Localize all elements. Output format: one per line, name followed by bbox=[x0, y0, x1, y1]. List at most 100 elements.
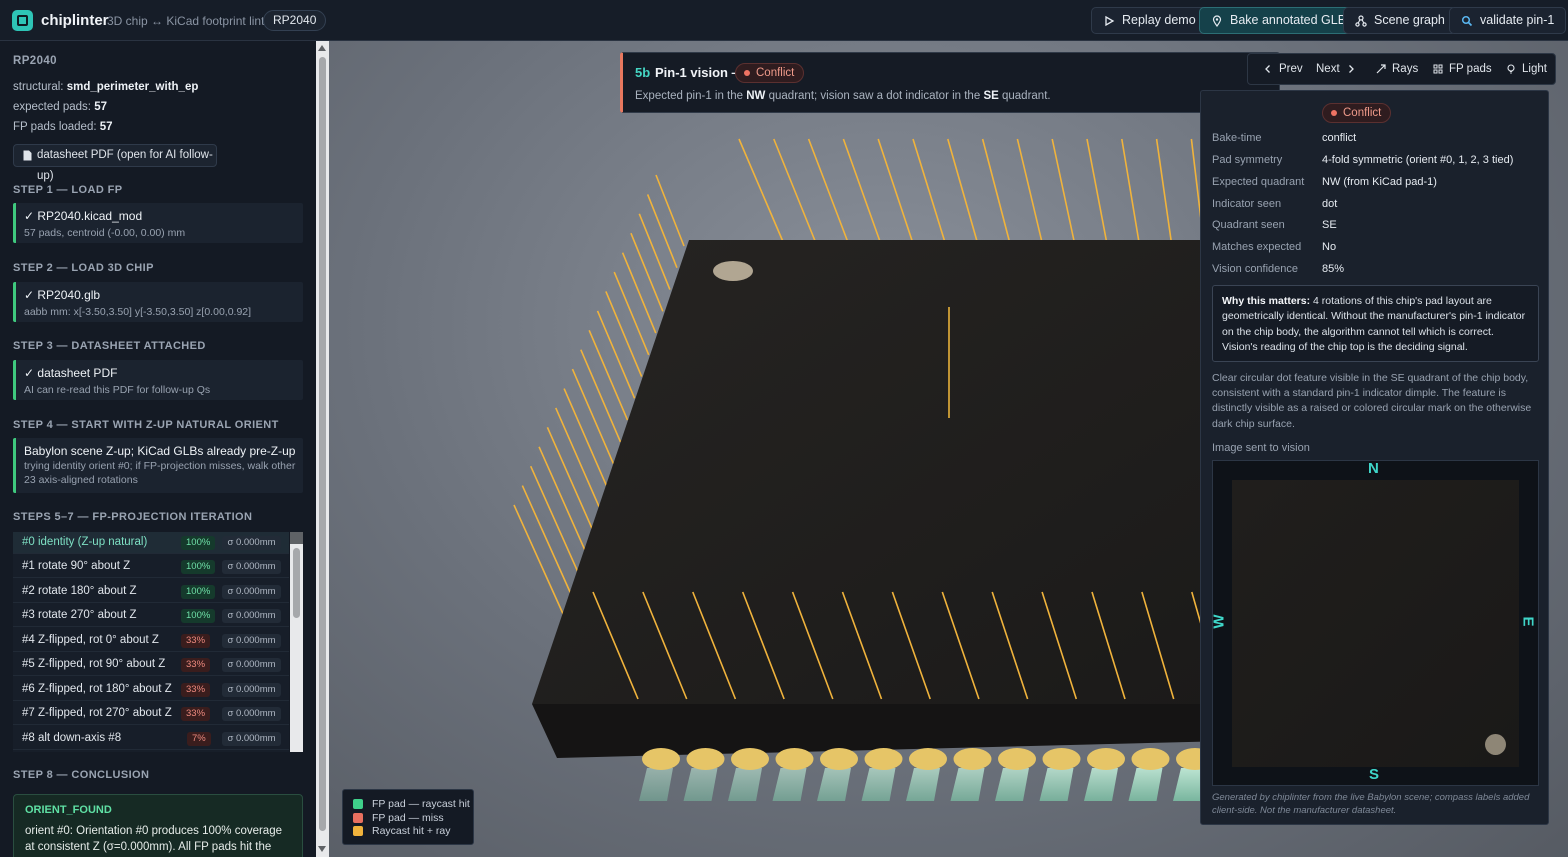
orientation-label: #4 Z-flipped, rot 0° about Z bbox=[22, 634, 159, 646]
fp-pad bbox=[1039, 768, 1074, 801]
ray-hit-cap bbox=[731, 748, 769, 770]
banner-desc-part: quadrant. bbox=[1001, 90, 1051, 102]
scroll-down-arrow-icon[interactable] bbox=[318, 846, 326, 852]
legend-item: Raycast hit + ray bbox=[353, 825, 451, 837]
sigma-badge: σ 0.000mm bbox=[222, 683, 281, 697]
orientation-row[interactable]: #0 identity (Z-up natural) 100% σ 0.000mm bbox=[13, 532, 289, 554]
prev-button[interactable]: Prev bbox=[1263, 63, 1303, 75]
orientation-row[interactable]: #7 Z-flipped, rot 270° about Z 33% σ 0.000… bbox=[13, 703, 289, 725]
bake-annotated-glb-label: Bake annotated GLB bbox=[1230, 13, 1347, 27]
scrollbar-thumb[interactable] bbox=[293, 548, 300, 618]
step2-title: STEP 2 — LOAD 3D CHIP bbox=[13, 262, 154, 274]
step3-card-title: ✓ datasheet PDF bbox=[24, 366, 118, 380]
step4-title: STEP 4 — START WITH Z-UP NATURAL ORIENT bbox=[13, 419, 279, 431]
seen-quadrant: SE bbox=[983, 90, 999, 102]
structural-line: structural: smd_perimeter_with_ep bbox=[13, 81, 198, 93]
fp-pad bbox=[728, 768, 762, 801]
expected-pads-label: expected pads: bbox=[13, 101, 92, 113]
expected-pads-line: expected pads: 57 bbox=[13, 101, 107, 113]
orientation-label: #3 rotate 270° about Z bbox=[22, 609, 137, 621]
detail-value: NW (from KiCad pad-1) bbox=[1322, 176, 1437, 188]
chip-top-face bbox=[532, 240, 1229, 704]
sigma-badge: σ 0.000mm bbox=[222, 658, 281, 672]
orientation-list-scrollbar[interactable] bbox=[290, 532, 303, 752]
ray-hit-cap bbox=[953, 748, 992, 770]
app-tagline: 3D chip ↔ KiCad footprint linter bbox=[107, 14, 276, 28]
ray-hit-cap bbox=[1042, 748, 1081, 770]
why-this-matters-box: Why this matters: 4 rotations of this ch… bbox=[1212, 285, 1539, 362]
detail-key: Indicator seen bbox=[1212, 198, 1282, 210]
ray-line bbox=[1086, 138, 1108, 245]
orientation-label: #2 rotate 180° about Z bbox=[22, 585, 137, 597]
orientation-row[interactable]: #3 rotate 270° about Z 100% σ 0.000mm bbox=[13, 605, 289, 627]
sigma-badge: σ 0.000mm bbox=[222, 732, 281, 746]
ray-hit-cap bbox=[998, 748, 1036, 770]
ray-line bbox=[877, 138, 914, 245]
vision-pin1-dot bbox=[1485, 734, 1506, 755]
orientation-row[interactable]: #5 Z-flipped, rot 90° about Z 33% σ 0.000m… bbox=[13, 654, 289, 676]
ray-line bbox=[605, 291, 643, 377]
step2-card: ✓ RP2040.glb aabb mm: x[-3.50,3.50] y[-3… bbox=[13, 282, 303, 322]
scroll-up-arrow-icon[interactable] bbox=[318, 45, 326, 51]
conflict-badge-label: Conflict bbox=[756, 67, 795, 79]
sigma-badge: σ 0.000mm bbox=[222, 585, 281, 599]
chip-badge: RP2040 bbox=[263, 10, 327, 31]
validate-pin1-button[interactable]: validate pin-1 bbox=[1449, 7, 1567, 34]
fp-pad bbox=[683, 768, 718, 801]
raycast-rays-back bbox=[738, 138, 1205, 245]
ray-line bbox=[555, 407, 601, 508]
ray-hit-cap bbox=[1131, 748, 1170, 770]
conflict-dot-icon bbox=[744, 70, 750, 76]
step4-card-title: Babylon scene Z-up; KiCad GLBs already p… bbox=[24, 444, 296, 458]
orientation-row[interactable]: #4 Z-flipped, rot 0° about Z 33% σ 0.000mm bbox=[13, 630, 289, 652]
legend-label: FP pad — miss bbox=[372, 812, 444, 824]
expected-quadrant: NW bbox=[746, 90, 766, 102]
top-header: chiplinter 3D chip ↔ KiCad footprint lin… bbox=[0, 0, 1568, 41]
orientation-list: #0 identity (Z-up natural) 100% σ 0.000mm … bbox=[13, 532, 289, 752]
vision-image-label: Image sent to vision bbox=[1212, 442, 1310, 454]
orientation-row[interactable]: #1 rotate 90° about Z 100% σ 0.000mm bbox=[13, 556, 289, 578]
ray-line bbox=[912, 138, 947, 245]
banner-title: Pin-1 vision — bbox=[655, 65, 745, 80]
compass-east: E bbox=[1519, 616, 1537, 627]
prev-label: Prev bbox=[1279, 63, 1303, 75]
replay-demo-button[interactable]: Replay demo bbox=[1091, 7, 1208, 34]
bake-annotated-glb-button[interactable]: Bake annotated GLB bbox=[1199, 7, 1359, 34]
vision-description: Clear circular dot feature visible in th… bbox=[1212, 372, 1532, 430]
chip-top-render bbox=[1232, 480, 1519, 767]
fp-pads-toggle[interactable]: FP pads bbox=[1433, 63, 1492, 75]
rays-toggle[interactable]: Rays bbox=[1376, 63, 1418, 75]
orientation-label: #1 rotate 90° about Z bbox=[22, 560, 131, 572]
detail-key: Pad symmetry bbox=[1212, 154, 1283, 166]
light-toggle[interactable]: Light bbox=[1506, 63, 1547, 75]
play-icon bbox=[1105, 15, 1115, 26]
orientation-label: #0 identity (Z-up natural) bbox=[22, 536, 148, 548]
conclusion-card: ORIENT_FOUND orient #0: Orientation #0 p… bbox=[13, 794, 303, 857]
conclusion-head: ORIENT_FOUND bbox=[25, 804, 112, 816]
datasheet-pdf-button[interactable]: datasheet PDF (open for AI follow-up) bbox=[13, 144, 217, 182]
step2-card-title: ✓ RP2040.glb bbox=[24, 288, 101, 302]
scroll-down-arrow-icon[interactable] bbox=[290, 538, 303, 544]
next-button[interactable]: Next bbox=[1316, 63, 1356, 75]
orientation-row[interactable]: #2 rotate 180° about Z 100% σ 0.000mm bbox=[13, 581, 289, 603]
next-label: Next bbox=[1316, 63, 1340, 75]
conclusion-title: STEP 8 — CONCLUSION bbox=[13, 769, 150, 781]
ray-hit-cap bbox=[820, 748, 858, 770]
legend-label: Raycast hit + ray bbox=[372, 825, 451, 837]
scrollbar-thumb[interactable] bbox=[319, 57, 326, 831]
detail-key: Matches expected bbox=[1212, 241, 1302, 253]
coverage-badge: 100% bbox=[181, 585, 216, 599]
details-conflict-label: Conflict bbox=[1343, 107, 1382, 119]
ray-line bbox=[655, 174, 685, 247]
pin-icon bbox=[1212, 14, 1222, 27]
scene-graph-button[interactable]: Scene graph bbox=[1343, 7, 1457, 34]
orientation-row[interactable]: #8 alt down-axis #8 7% σ 0.000mm bbox=[13, 728, 289, 750]
step1-card: ✓ RP2040.kicad_mod 57 pads, centroid (-0… bbox=[13, 203, 303, 243]
fp-pads-value: 57 bbox=[99, 121, 113, 133]
fp-pad bbox=[1084, 768, 1118, 801]
orientation-row[interactable]: #6 Z-flipped, rot 180° about Z 33% σ 0.000… bbox=[13, 679, 289, 701]
orientation-label: #5 Z-flipped, rot 90° about Z bbox=[22, 658, 166, 670]
sidebar-scrollbar[interactable] bbox=[316, 41, 329, 857]
orientation-label: #7 Z-flipped, rot 270° about Z bbox=[22, 707, 172, 719]
step1-card-title: ✓ RP2040.kicad_mod bbox=[24, 209, 143, 223]
